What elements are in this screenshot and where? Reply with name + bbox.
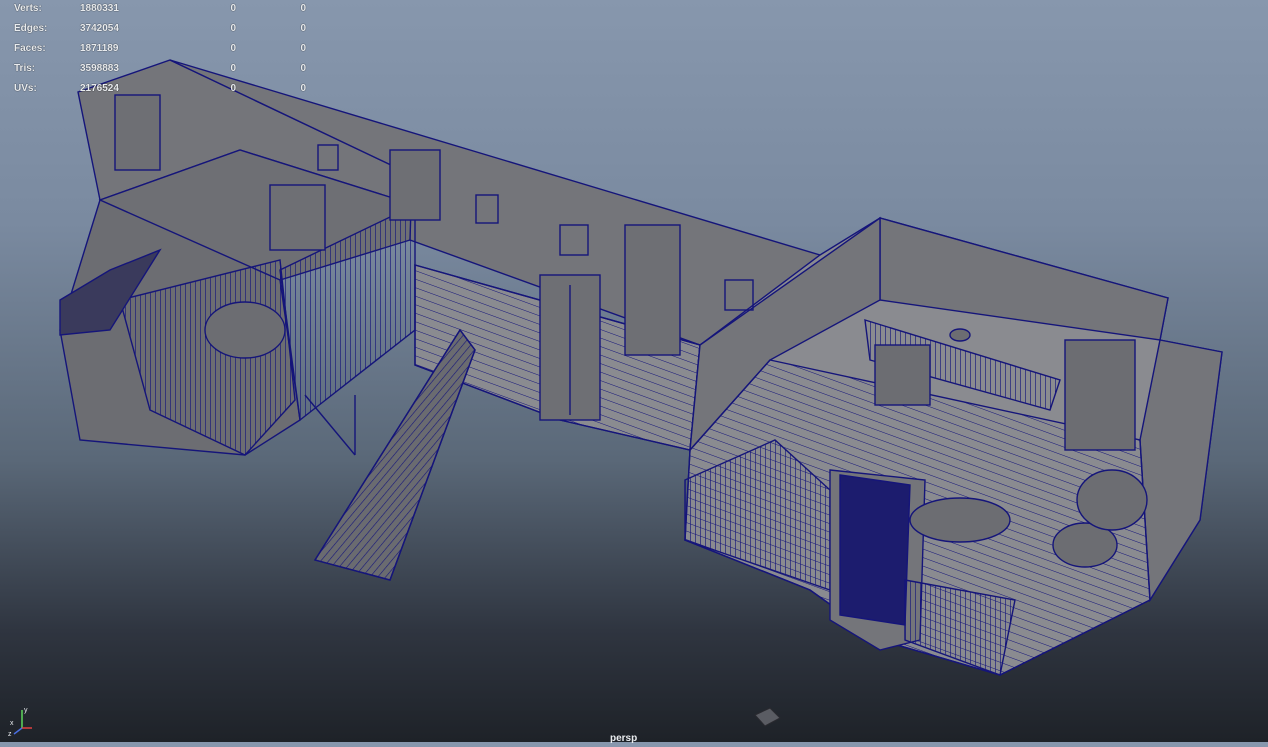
hud-component: 0: [300, 82, 306, 94]
corridor-window: [624, 224, 681, 356]
armchair: [874, 344, 931, 406]
axis-z-label: z: [8, 731, 12, 738]
building-model[interactable]: [59, 59, 1223, 676]
hud-total: 1880331: [80, 2, 119, 14]
hud-selected: 0: [230, 62, 236, 74]
right-room-right-wall: [1139, 339, 1223, 603]
left-furniture: [204, 301, 286, 359]
hud-selected: 0: [230, 42, 236, 54]
hud-component: 0: [300, 22, 306, 34]
shelf: [1064, 339, 1136, 451]
hud-selected: 0: [230, 22, 236, 34]
hud-component: 0: [300, 42, 306, 54]
axis-x-label: x: [10, 720, 14, 727]
front-door: [839, 474, 911, 626]
hud-total: 1871189: [80, 42, 119, 54]
hud-component: 0: [300, 62, 306, 74]
hud-row-edges: Edges: 3742054 0 0: [14, 18, 306, 38]
hud-label: Verts:: [14, 2, 42, 14]
hud-selected: 0: [230, 82, 236, 94]
floating-object: [754, 707, 781, 727]
hud-selected: 0: [230, 2, 236, 14]
wireframe-scene[interactable]: [0, 0, 1268, 742]
axis-y-label: y: [24, 707, 28, 714]
stair-glass-edge: [304, 394, 356, 456]
perspective-viewport[interactable]: Verts: 1880331 0 0 Edges: 3742054 0 0 Fa…: [0, 0, 1268, 744]
hud-label: Tris:: [14, 62, 36, 74]
hud-row-tris: Tris: 3598883 0 0: [14, 58, 306, 78]
hud-label: Edges:: [14, 22, 48, 34]
lamp: [949, 328, 971, 342]
hud-label: Faces:: [14, 42, 46, 54]
hud-row-verts: Verts: 1880331 0 0: [14, 0, 306, 18]
hud-label: UVs:: [14, 82, 37, 94]
axis-gizmo-icon: y x z: [8, 707, 32, 738]
camera-name-label: persp: [610, 733, 638, 744]
upper-window-3: [114, 94, 161, 171]
hud-component: 0: [300, 2, 306, 14]
hud-total: 3742054: [80, 22, 119, 34]
poly-count-hud: Verts: 1880331 0 0 Edges: 3742054 0 0 Fa…: [14, 0, 306, 98]
hud-total: 2176524: [80, 82, 119, 94]
hud-row-uvs: UVs: 2176524 0 0: [14, 78, 306, 98]
hud-total: 3598883: [80, 62, 119, 74]
upper-window: [389, 149, 441, 221]
round-table: [909, 497, 1011, 543]
hud-row-faces: Faces: 1871189 0 0: [14, 38, 306, 58]
upper-window-2: [269, 184, 326, 251]
barrel: [1076, 469, 1148, 531]
